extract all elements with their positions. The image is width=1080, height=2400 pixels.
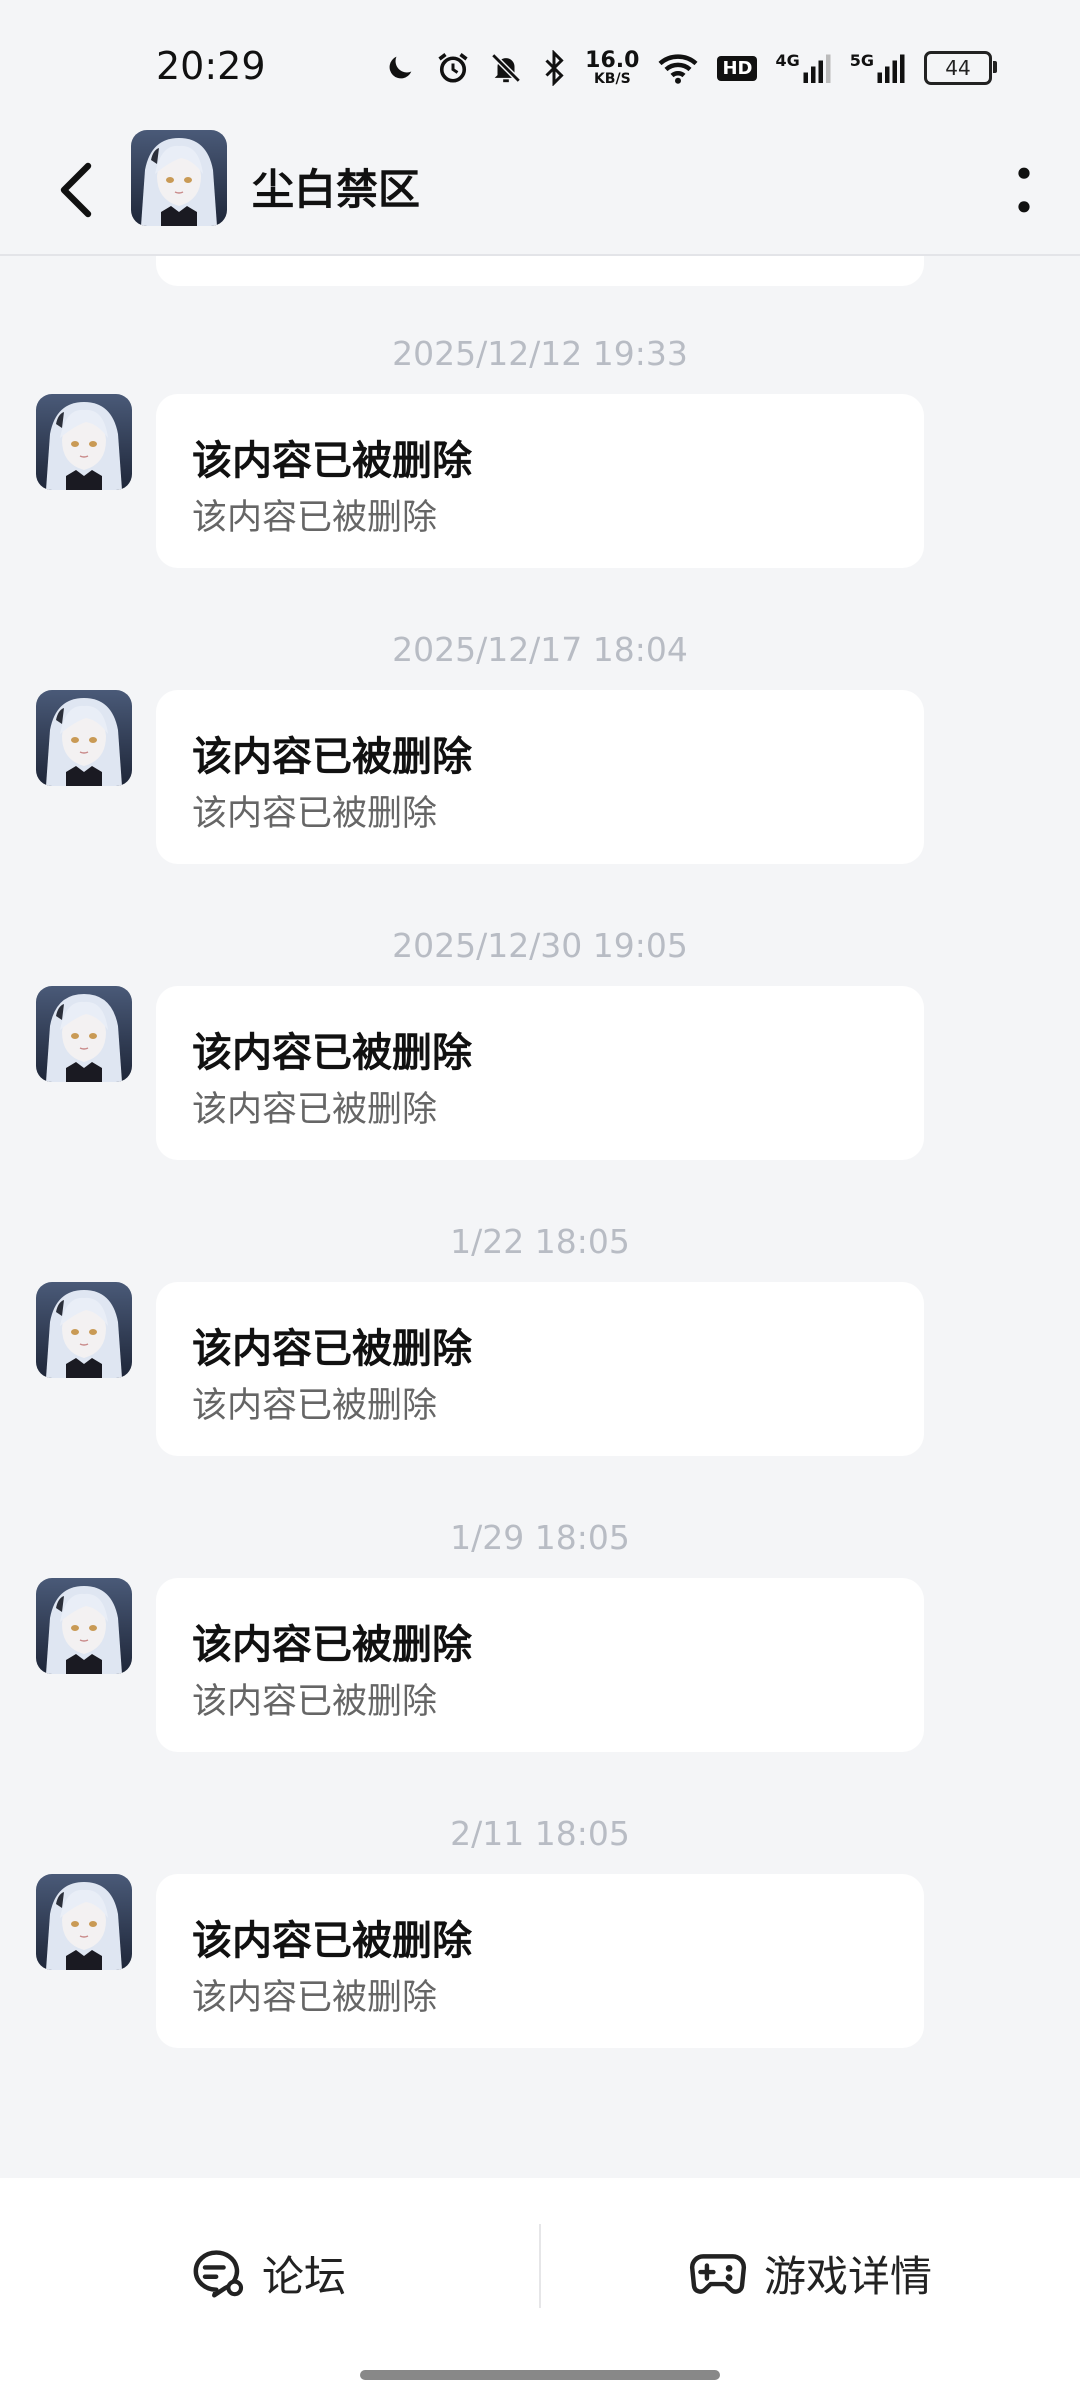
forum-chat-icon bbox=[193, 2250, 244, 2298]
message-title: 该内容已被删除 bbox=[192, 1918, 472, 1964]
message-text: 该内容已被删除 bbox=[192, 1682, 438, 1722]
header-avatar[interactable] bbox=[131, 130, 227, 226]
sender-avatar[interactable] bbox=[36, 1874, 132, 1970]
sender-avatar[interactable] bbox=[36, 690, 132, 786]
gamepad-icon bbox=[689, 2254, 747, 2294]
message-item: 1/29 18:05 该内容已被删除 该内容已被删除 bbox=[0, 1518, 1080, 1798]
message-text: 该内容已被删除 bbox=[192, 498, 438, 538]
sender-avatar[interactable] bbox=[36, 1282, 132, 1378]
page-title: 尘白禁区 bbox=[252, 165, 421, 214]
signal-5g-icon: 5G bbox=[850, 51, 906, 85]
message-title: 该内容已被删除 bbox=[192, 1326, 472, 1372]
chevron-left-icon bbox=[60, 162, 92, 218]
forum-button[interactable]: 论坛 bbox=[190, 2218, 346, 2328]
battery-icon: 44 bbox=[924, 51, 997, 85]
moon-icon bbox=[383, 51, 417, 85]
status-icons: 16.0 KB/S HD 4G 5G 44 bbox=[383, 44, 997, 92]
signal-4g-label: 4G bbox=[775, 51, 800, 70]
game-details-label: 游戏详情 bbox=[764, 2251, 933, 2301]
bluetooth-icon bbox=[541, 50, 567, 86]
sender-avatar[interactable] bbox=[36, 394, 132, 490]
signal-5g-label: 5G bbox=[849, 51, 874, 70]
message-text: 该内容已被删除 bbox=[192, 1978, 438, 2018]
game-details-button[interactable]: 游戏详情 bbox=[688, 2218, 932, 2328]
back-button[interactable] bbox=[40, 154, 112, 226]
message-bubble[interactable]: 该内容已被删除 该内容已被删除 bbox=[156, 690, 924, 864]
message-title: 该内容已被删除 bbox=[192, 1030, 472, 1076]
message-text: 该内容已被删除 bbox=[192, 1386, 438, 1426]
network-speed-value: 16.0 bbox=[585, 48, 640, 73]
message-bubble[interactable]: 该内容已被删除 该内容已被删除 bbox=[156, 986, 924, 1160]
wifi-icon bbox=[657, 51, 699, 85]
forum-label: 论坛 bbox=[262, 2251, 347, 2301]
message-item: 2025/12/30 19:05 该内容已被删除 该内容已被删除 bbox=[0, 926, 1080, 1206]
chat-screen: 20:29 16.0 KB/S HD 4G 5G 44 尘白禁区 2025/12… bbox=[0, 0, 1080, 2400]
message-title: 该内容已被删除 bbox=[192, 1622, 472, 1668]
message-timestamp: 2025/12/12 19:33 bbox=[392, 334, 688, 373]
bell-muted-icon bbox=[489, 51, 523, 85]
bottom-divider bbox=[539, 2224, 541, 2308]
more-vertical-icon bbox=[1018, 167, 1030, 213]
message-timestamp: 1/22 18:05 bbox=[450, 1222, 630, 1261]
message-item: 2025/12/17 18:04 该内容已被删除 该内容已被删除 bbox=[0, 630, 1080, 910]
message-timestamp: 1/29 18:05 bbox=[450, 1518, 630, 1557]
hd-badge: HD bbox=[717, 55, 758, 81]
message-bubble[interactable]: 该内容已被删除 该内容已被删除 bbox=[156, 1282, 924, 1456]
message-item: 2/11 18:05 该内容已被删除 该内容已被删除 bbox=[0, 1814, 1080, 2094]
message-text: 该内容已被删除 bbox=[192, 794, 438, 834]
message-title: 该内容已被删除 bbox=[192, 734, 472, 780]
sender-avatar[interactable] bbox=[36, 986, 132, 1082]
message-timestamp: 2/11 18:05 bbox=[450, 1814, 630, 1853]
alarm-icon bbox=[435, 50, 471, 86]
signal-4g-icon: 4G bbox=[775, 51, 831, 85]
more-button[interactable] bbox=[994, 150, 1054, 230]
network-speed: 16.0 KB/S bbox=[585, 48, 640, 87]
message-title: 该内容已被删除 bbox=[192, 438, 472, 484]
home-indicator[interactable] bbox=[360, 2370, 720, 2380]
network-speed-unit: KB/S bbox=[593, 71, 631, 87]
message-bubble[interactable]: 该内容已被删除 该内容已被删除 bbox=[156, 1578, 924, 1752]
message-timestamp: 2025/12/17 18:04 bbox=[392, 630, 688, 669]
chat-header: 尘白禁区 bbox=[0, 130, 1080, 256]
bottom-bar: 论坛 游戏详情 bbox=[0, 2178, 1080, 2400]
message-list[interactable]: 2025/12/12 19:33 该内容已被删除 该内容已被删除 2025/12… bbox=[0, 256, 1080, 2176]
status-bar: 20:29 16.0 KB/S HD 4G 5G 44 bbox=[0, 0, 1080, 130]
message-item: 1/22 18:05 该内容已被删除 该内容已被删除 bbox=[0, 1222, 1080, 1502]
message-item: 2025/12/12 19:33 该内容已被删除 该内容已被删除 bbox=[0, 334, 1080, 614]
message-text: 该内容已被删除 bbox=[192, 1090, 438, 1130]
message-bubble[interactable]: 该内容已被删除 该内容已被删除 bbox=[156, 1874, 924, 2048]
message-bubble[interactable]: 该内容已被删除 该内容已被删除 bbox=[156, 394, 924, 568]
status-time: 20:29 bbox=[156, 44, 266, 88]
message-bubble-partial bbox=[156, 256, 924, 286]
sender-avatar[interactable] bbox=[36, 1578, 132, 1674]
message-timestamp: 2025/12/30 19:05 bbox=[392, 926, 688, 965]
battery-level: 44 bbox=[945, 56, 971, 80]
